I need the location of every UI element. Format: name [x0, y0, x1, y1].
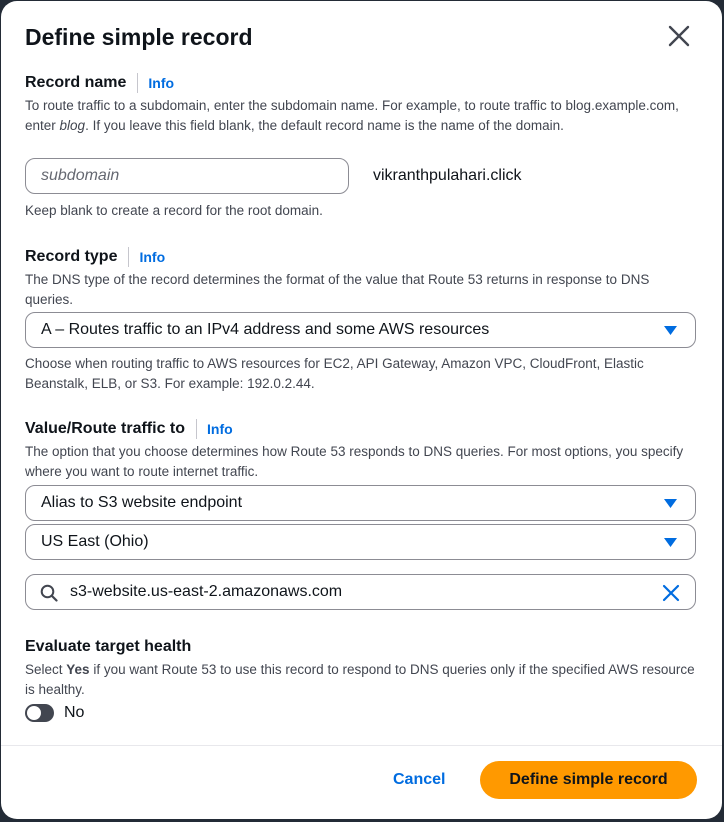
endpoint-search-input[interactable]: s3-website.us-east-2.amazonaws.com: [25, 574, 696, 610]
region-select[interactable]: US East (Ohio): [25, 524, 696, 560]
value-route-description: The option that you choose determines ho…: [25, 444, 684, 479]
record-type-select[interactable]: A – Routes traffic to an IPv4 address an…: [25, 312, 696, 348]
close-icon: [668, 25, 690, 47]
record-type-info-link[interactable]: Info: [128, 247, 165, 267]
target-health-toggle-row: No: [25, 704, 84, 722]
value-route-section: Value/Route traffic to Info The option t…: [25, 418, 696, 481]
dialog-header: Define simple record: [25, 23, 702, 53]
endpoint-type-select[interactable]: Alias to S3 website endpoint: [25, 485, 696, 521]
clear-icon[interactable]: [662, 584, 680, 602]
region-value: US East (Ohio): [41, 533, 149, 550]
record-type-description: The DNS type of the record determines th…: [25, 272, 650, 307]
domain-suffix: vikranthpulahari.click: [373, 167, 522, 184]
caret-down-icon: [664, 499, 677, 508]
subdomain-input[interactable]: [26, 159, 348, 193]
cancel-button[interactable]: Cancel: [381, 762, 457, 798]
target-health-toggle-label: No: [64, 704, 85, 721]
footer-divider: [1, 745, 722, 746]
target-health-description: Select Yes if you want Route 53 to use t…: [25, 662, 695, 697]
endpoint-search-value: s3-website.us-east-2.amazonaws.com: [70, 583, 343, 600]
close-button[interactable]: [666, 23, 692, 49]
target-health-label: Evaluate target health: [25, 638, 192, 655]
target-health-toggle[interactable]: [25, 704, 54, 722]
record-name-hint: Keep blank to create a record for the ro…: [25, 203, 323, 218]
record-type-value: A – Routes traffic to an IPv4 address an…: [41, 321, 490, 338]
dialog-title: Define simple record: [25, 24, 253, 50]
record-name-info-link[interactable]: Info: [137, 73, 174, 93]
define-simple-record-button[interactable]: Define simple record: [480, 761, 697, 799]
record-name-description: To route traffic to a subdomain, enter t…: [25, 98, 679, 133]
record-type-section: Record type Info The DNS type of the rec…: [25, 246, 696, 309]
value-route-info-link[interactable]: Info: [196, 419, 233, 439]
caret-down-icon: [664, 538, 677, 547]
record-type-label: Record type: [25, 248, 118, 265]
record-type-hint: Choose when routing traffic to AWS resou…: [25, 356, 644, 391]
search-icon: [40, 584, 58, 602]
toggle-knob: [27, 706, 41, 720]
value-route-label: Value/Route traffic to: [25, 420, 186, 437]
subdomain-input-wrapper: [25, 158, 349, 194]
caret-down-icon: [664, 326, 677, 335]
record-name-section: Record name Info To route traffic to a s…: [25, 72, 696, 135]
endpoint-type-value: Alias to S3 website endpoint: [41, 494, 243, 511]
define-simple-record-dialog: Define simple record Record name Info To…: [1, 1, 722, 819]
target-health-section: Evaluate target health Select Yes if you…: [25, 636, 696, 699]
record-name-label: Record name: [25, 74, 127, 91]
